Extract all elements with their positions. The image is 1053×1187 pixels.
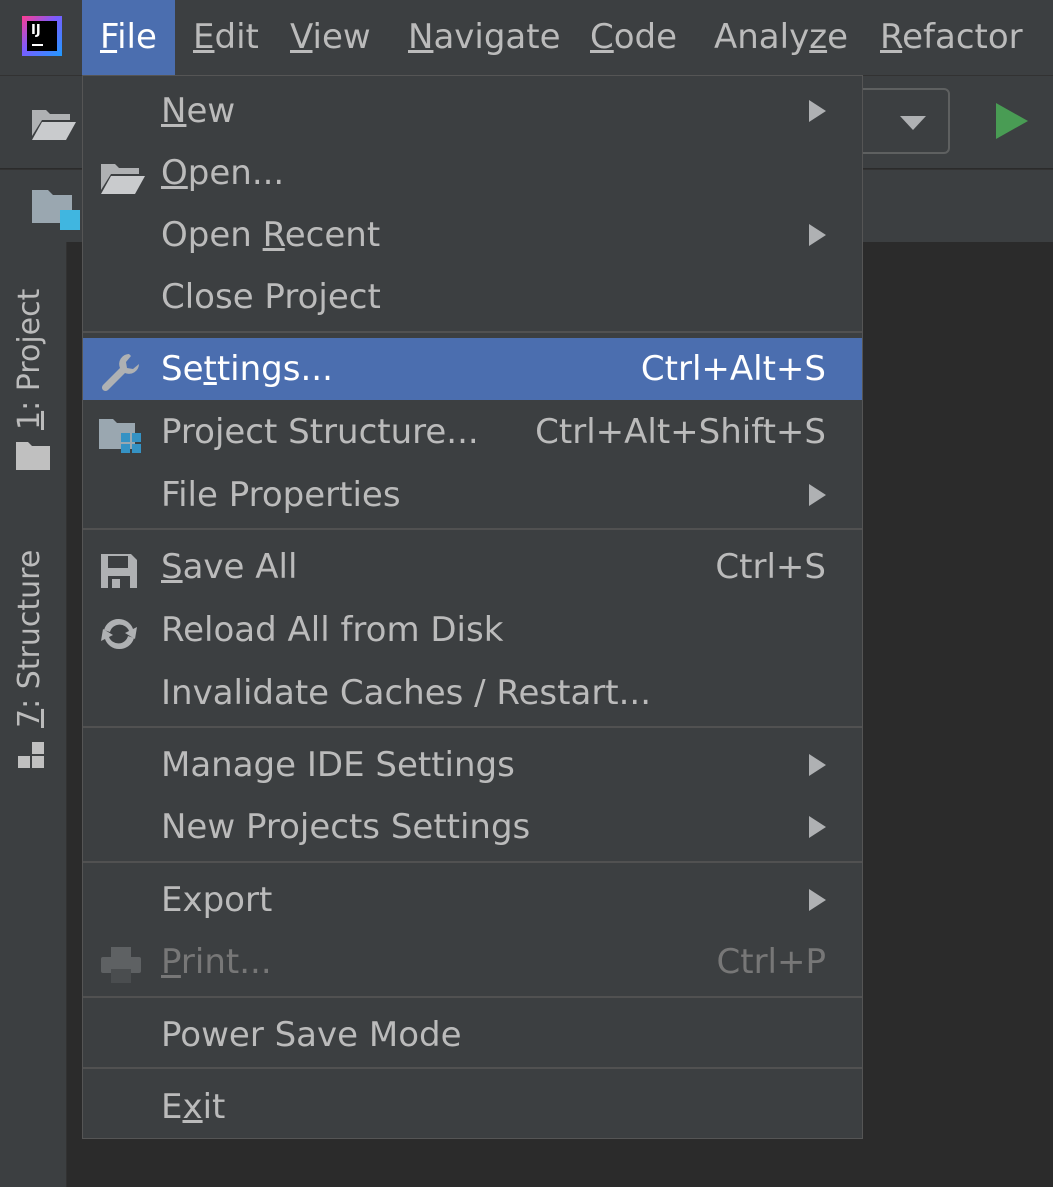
menu-item-exit[interactable]: Exit — [83, 1076, 862, 1138]
menu-item-close-project[interactable]: Close Project — [83, 266, 862, 328]
menu-file[interactable]: File — [82, 0, 175, 75]
left-tool-strip: 1: Project 7: Structure — [0, 242, 67, 1187]
menu-separator — [83, 1067, 862, 1069]
intellij-logo-icon: IJ — [22, 16, 62, 56]
menu-view[interactable]: View — [272, 0, 389, 75]
menu-item-reload-all[interactable]: Reload All from Disk — [83, 599, 862, 661]
menu-navigate[interactable]: Navigate — [390, 0, 579, 75]
menu-item-save-all[interactable]: Save All Ctrl+S — [83, 536, 862, 598]
menu-item-settings[interactable]: Settings... Ctrl+Alt+S — [83, 338, 862, 400]
menu-refactor[interactable]: Refactor — [862, 0, 1041, 75]
menu-separator — [83, 528, 862, 530]
tab-project[interactable]: 1: Project — [12, 289, 47, 430]
menu-separator — [83, 331, 862, 333]
menu-item-new-projects-settings[interactable]: New Projects Settings — [83, 796, 862, 858]
tab-structure[interactable]: 7: Structure — [12, 550, 47, 728]
menu-code[interactable]: Code — [572, 0, 695, 75]
menu-item-project-structure[interactable]: Project Structure... Ctrl+Alt+Shift+S — [83, 401, 862, 463]
open-folder-icon[interactable] — [30, 104, 76, 146]
submenu-arrow-icon — [809, 224, 826, 246]
menu-item-manage-ide-settings[interactable]: Manage IDE Settings — [83, 734, 862, 796]
menu-item-invalidate-caches[interactable]: Invalidate Caches / Restart... — [83, 662, 862, 724]
submenu-arrow-icon — [809, 100, 826, 122]
menu-item-open-recent[interactable]: Open Recent — [83, 204, 862, 266]
menu-edit[interactable]: Edit — [175, 0, 277, 75]
open-folder-icon — [99, 154, 145, 194]
menu-separator — [83, 726, 862, 728]
refresh-icon — [99, 611, 139, 650]
printer-icon — [99, 943, 141, 983]
menu-item-open[interactable]: Open... — [83, 142, 862, 204]
submenu-arrow-icon — [809, 754, 826, 776]
chevron-down-icon — [900, 116, 926, 130]
file-menu-dropdown: New Open... Open Recent Close Project Se… — [82, 75, 863, 1139]
menu-analyze[interactable]: Analyze — [696, 0, 866, 75]
project-folder-icon[interactable] — [32, 188, 82, 236]
menu-item-new[interactable]: New — [83, 80, 862, 142]
save-icon — [99, 548, 139, 588]
menu-item-export[interactable]: Export — [83, 869, 862, 931]
project-tool-icon — [16, 442, 50, 474]
submenu-arrow-icon — [809, 484, 826, 506]
project-structure-icon — [99, 413, 141, 453]
menu-item-file-properties[interactable]: File Properties — [83, 464, 862, 526]
structure-tool-icon — [18, 742, 48, 776]
main-menu-bar: IJ File Edit View Navigate Code Analyze … — [0, 0, 1053, 76]
wrench-icon — [99, 350, 139, 392]
run-icon[interactable] — [996, 103, 1028, 139]
submenu-arrow-icon — [809, 889, 826, 911]
menu-separator — [83, 861, 862, 863]
menu-item-power-save-mode[interactable]: Power Save Mode — [83, 1004, 862, 1066]
submenu-arrow-icon — [809, 816, 826, 838]
menu-separator — [83, 996, 862, 998]
menu-item-print[interactable]: Print... Ctrl+P — [83, 931, 862, 993]
